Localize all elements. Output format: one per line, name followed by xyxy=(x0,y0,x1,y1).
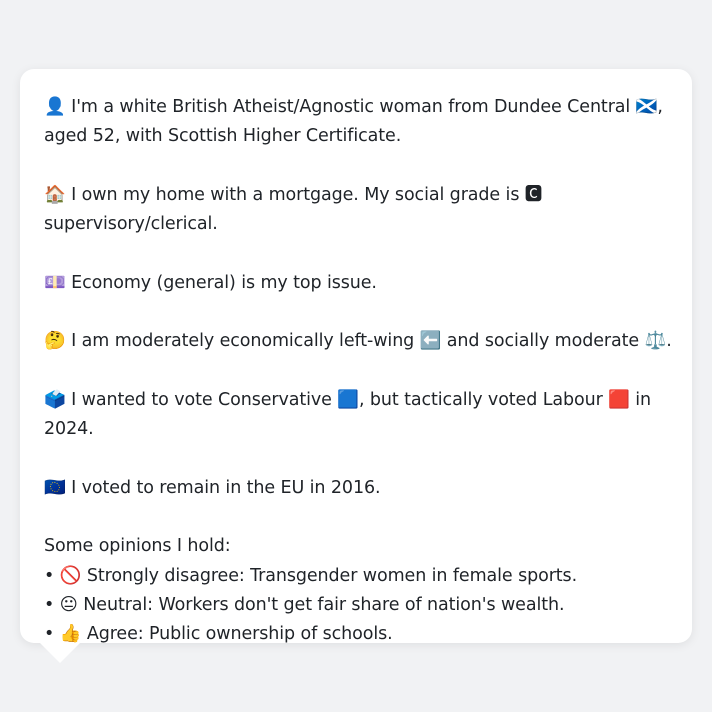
opinion-item: • 👍 Agree: Public ownership of schools. xyxy=(44,624,393,645)
ideology-paragraph: 🤔 I am moderately economically left-wing… xyxy=(44,331,672,352)
message-bubble: 👤 I'm a white British Atheist/Agnostic w… xyxy=(20,69,692,644)
eu-paragraph: 🇪🇺 I voted to remain in the EU in 2016. xyxy=(44,477,381,498)
issue-paragraph: 💷 Economy (general) is my top issue. xyxy=(44,272,377,293)
opinions-section: Some opinions I hold: • 🚫 Strongly disag… xyxy=(44,532,678,649)
home-paragraph: 🏠 I own my home with a mortgage. My soci… xyxy=(44,184,543,235)
opinions-heading: Some opinions I hold: xyxy=(44,536,231,557)
identity-paragraph: 👤 I'm a white British Atheist/Agnostic w… xyxy=(44,97,663,147)
vote-paragraph: 🗳️ I wanted to vote Conservative 🟦, but … xyxy=(44,389,652,440)
persona-text: 👤 I'm a white British Atheist/Agnostic w… xyxy=(44,93,678,650)
opinion-item: • 🚫 Strongly disagree: Transgender women… xyxy=(44,565,578,586)
bubble-tail xyxy=(40,643,80,663)
opinion-item: • 😐 Neutral: Workers don't get fair shar… xyxy=(44,595,565,616)
